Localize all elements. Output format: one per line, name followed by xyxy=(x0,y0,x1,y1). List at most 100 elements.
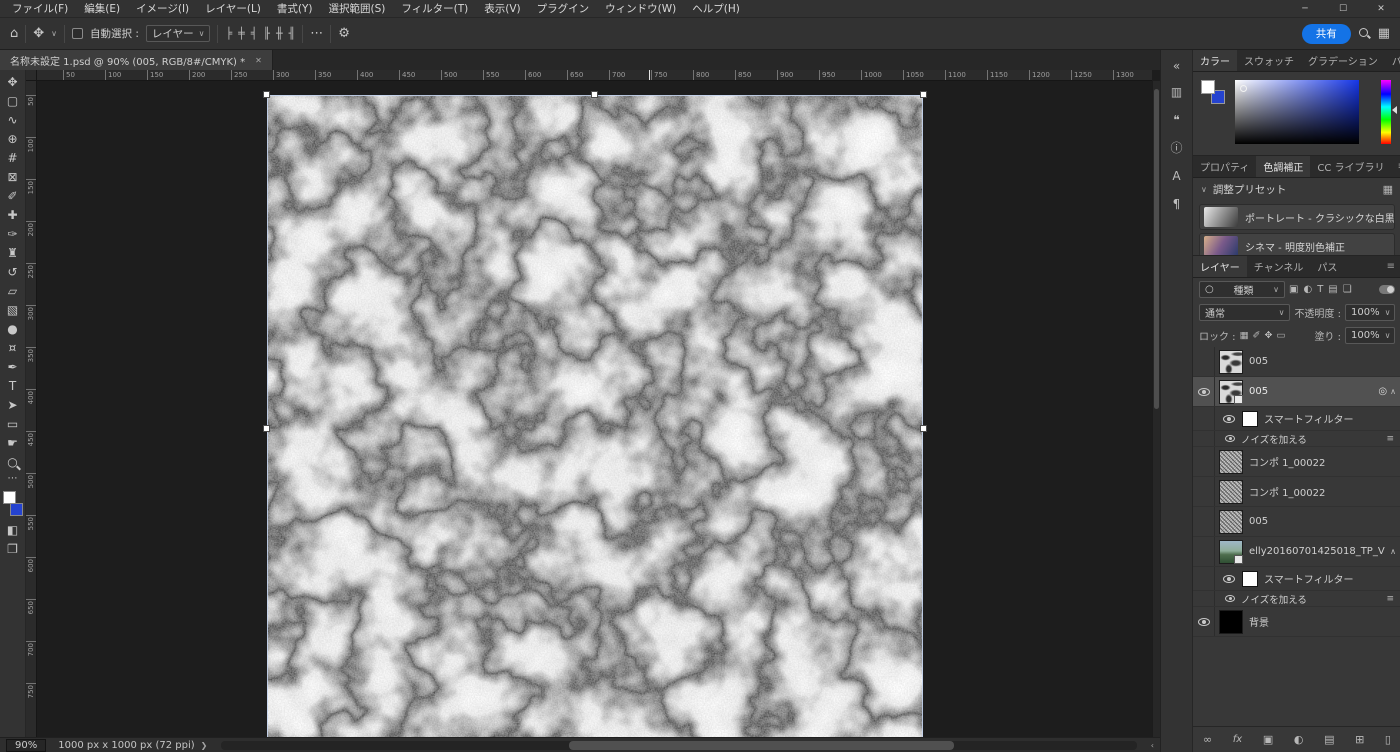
visibility-toggle[interactable] xyxy=(1193,447,1215,476)
healing-brush-tool[interactable]: ✚ xyxy=(2,206,24,225)
transform-handle-top-middle[interactable] xyxy=(591,91,598,98)
layer-thumbnail[interactable] xyxy=(1219,479,1243,504)
zoom-level-field[interactable]: 90% xyxy=(6,738,47,752)
adjustment-layer-icon[interactable]: ◐ xyxy=(1294,733,1304,746)
panel-tab[interactable]: グラデーション xyxy=(1301,50,1385,71)
saturation-brightness-field[interactable] xyxy=(1235,80,1359,144)
eraser-tool[interactable]: ▱ xyxy=(2,282,24,301)
comment-panel-icon[interactable]: ❝ xyxy=(1165,108,1189,132)
tool-settings-gear-icon[interactable]: ⚙ xyxy=(338,27,350,40)
vertical-scrollbar-thumb[interactable] xyxy=(1154,89,1159,409)
menu-item[interactable]: 選択範囲(S) xyxy=(321,1,394,16)
lock-transparency-icon[interactable]: ▦ xyxy=(1240,330,1249,341)
panel-tab[interactable]: パターン xyxy=(1385,50,1400,71)
layer-name[interactable]: 005 xyxy=(1249,356,1268,367)
expand-smart-filters-icon[interactable]: ∧ xyxy=(1390,387,1396,396)
eyedropper-tool[interactable]: ✐ xyxy=(2,187,24,206)
status-chevron-icon[interactable]: ❯ xyxy=(201,741,208,750)
background-color-swatch[interactable] xyxy=(9,503,23,516)
hue-slider-handle[interactable] xyxy=(1392,106,1397,114)
filter-blending-options-icon[interactable]: ≡ xyxy=(1386,594,1394,604)
chevron-down-icon[interactable]: ∨ xyxy=(1201,185,1207,194)
filter-name[interactable]: ノイズを加える xyxy=(1241,592,1307,606)
move-tool[interactable]: ✥ xyxy=(2,73,24,92)
close-button[interactable]: ✕ xyxy=(1362,0,1400,18)
transform-handle-top-left[interactable] xyxy=(263,91,270,98)
panel-menu-icon[interactable]: ≡ xyxy=(1381,256,1400,277)
filter-blending-options-icon[interactable]: ≡ xyxy=(1386,434,1394,444)
smart-filter-row[interactable]: スマートフィルター xyxy=(1193,567,1400,591)
smart-filter-row[interactable]: スマートフィルター xyxy=(1193,407,1400,431)
pen-tool[interactable]: ✒ xyxy=(2,358,24,377)
close-tab-icon[interactable]: ✕ xyxy=(255,56,262,65)
align-left-icon[interactable]: ╞ xyxy=(225,28,232,39)
layer-row[interactable]: コンポ 1_00022 ◎ ∧ xyxy=(1193,447,1400,477)
menu-item[interactable]: ヘルプ(H) xyxy=(684,1,748,16)
layer-filter-toggle[interactable] xyxy=(1379,285,1395,294)
foreground-color-swatch[interactable] xyxy=(1201,80,1215,94)
panel-menu-icon[interactable]: ≡ xyxy=(1392,156,1400,177)
character-panel-icon[interactable]: A xyxy=(1165,164,1189,188)
history-brush-tool[interactable]: ↺ xyxy=(2,263,24,282)
smart-filter-label[interactable]: スマートフィルター xyxy=(1264,411,1354,426)
distribute-center-icon[interactable]: ╫ xyxy=(276,28,283,39)
info-panel-icon[interactable]: ⓘ xyxy=(1165,136,1189,160)
layer-name[interactable]: 背景 xyxy=(1249,614,1269,629)
vertical-scrollbar[interactable] xyxy=(1152,81,1160,737)
eye-icon[interactable] xyxy=(1223,574,1235,583)
home-icon[interactable]: ⌂ xyxy=(10,27,18,40)
layer-thumbnail[interactable] xyxy=(1219,609,1243,634)
filter-pixel-layers-icon[interactable]: ▣ xyxy=(1289,284,1298,295)
canvas-area[interactable]: 50 100 150 200 250 300 350 400 450 500 550 600 650 70… xyxy=(26,70,1160,737)
search-icon[interactable] xyxy=(1358,27,1371,40)
tool-preset-caret-icon[interactable]: ∨ xyxy=(51,29,57,38)
horizontal-scrollbar-thumb[interactable] xyxy=(569,740,954,750)
eye-icon[interactable] xyxy=(1223,414,1235,423)
crop-tool[interactable]: # xyxy=(2,149,24,168)
delete-layer-icon[interactable]: ▯ xyxy=(1385,733,1391,746)
transform-handle-middle-right[interactable] xyxy=(920,425,927,432)
layer-thumbnail[interactable] xyxy=(1219,449,1243,474)
auto-select-target-dropdown[interactable]: レイヤー ∨ xyxy=(145,25,211,42)
fill-field[interactable]: 100% ∨ xyxy=(1345,327,1395,344)
smart-filter-badge[interactable]: ◎ xyxy=(1378,386,1387,397)
layer-name[interactable]: 005 xyxy=(1249,516,1268,527)
type-tool[interactable]: T xyxy=(2,377,24,396)
horizontal-scrollbar[interactable] xyxy=(221,740,1137,750)
layer-row[interactable]: 005 ◎ ∧ xyxy=(1193,347,1400,377)
menu-item[interactable]: 表示(V) xyxy=(476,1,528,16)
filter-type-layers-icon[interactable]: T xyxy=(1317,284,1323,295)
clone-stamp-tool[interactable]: ♜ xyxy=(2,244,24,263)
visibility-toggle[interactable] xyxy=(1193,477,1215,506)
layer-thumbnail[interactable] xyxy=(1219,539,1243,564)
minimize-button[interactable]: ─ xyxy=(1286,0,1324,18)
new-layer-icon[interactable]: ⊞ xyxy=(1355,733,1364,746)
shape-tool[interactable]: ▭ xyxy=(2,415,24,434)
visibility-toggle[interactable] xyxy=(1193,537,1215,566)
layer-row[interactable]: 005 ◎ ∧ xyxy=(1193,507,1400,537)
layer-name[interactable]: elly20160701425018_TP_V xyxy=(1249,546,1385,557)
eye-icon[interactable] xyxy=(1225,435,1235,442)
lock-move-icon[interactable]: ✥ xyxy=(1265,330,1273,341)
align-center-icon[interactable]: ╪ xyxy=(238,28,245,39)
arrange-panel-icon[interactable]: ▥ xyxy=(1165,80,1189,104)
layer-row[interactable]: elly20160701425018_TP_V ◎ ∧ xyxy=(1193,537,1400,567)
layer-row[interactable]: コンポ 1_00022 ◎ ∧ xyxy=(1193,477,1400,507)
layer-group-icon[interactable]: ▤ xyxy=(1324,733,1334,746)
visibility-toggle[interactable] xyxy=(1193,607,1215,636)
layer-effects-icon[interactable]: fx xyxy=(1233,734,1242,745)
layer-thumbnail[interactable] xyxy=(1219,509,1243,534)
filter-smart-objects-icon[interactable]: ❏ xyxy=(1343,284,1352,295)
paragraph-panel-icon[interactable]: ¶ xyxy=(1165,192,1189,216)
align-right-icon[interactable]: ╡ xyxy=(251,28,258,39)
gradient-tool[interactable]: ▧ xyxy=(2,301,24,320)
smart-filter-label[interactable]: スマートフィルター xyxy=(1264,571,1354,586)
panel-tab[interactable]: 色調補正 xyxy=(1256,156,1311,177)
layer-thumbnail[interactable] xyxy=(1219,379,1243,404)
path-selection-tool[interactable]: ➤ xyxy=(2,396,24,415)
link-layers-icon[interactable]: ∞ xyxy=(1203,733,1212,746)
transform-handle-middle-left[interactable] xyxy=(263,425,270,432)
opacity-field[interactable]: 100% ∨ xyxy=(1345,304,1395,321)
layer-row[interactable]: 背景 ◎ ∧ xyxy=(1193,607,1400,637)
workspace-switcher-icon[interactable]: ▦ xyxy=(1378,27,1390,40)
